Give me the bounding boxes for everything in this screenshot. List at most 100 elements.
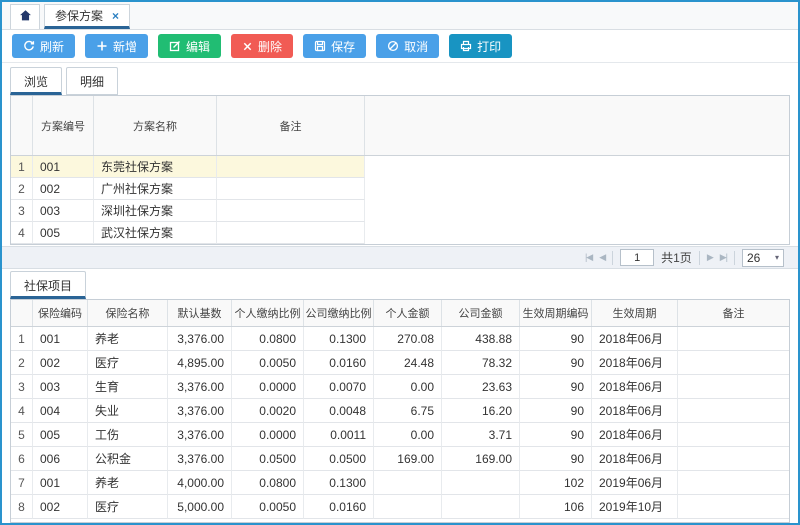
tab-insurance-plan[interactable]: 参保方案 × xyxy=(44,4,130,29)
cell-period: 2018年06月 xyxy=(592,399,678,423)
table-row[interactable]: 2 002 医疗 4,895.00 0.0050 0.0160 24.48 78… xyxy=(11,351,789,375)
last-page-button[interactable]: ▶| xyxy=(720,252,727,263)
filler xyxy=(365,178,789,200)
row-number: 7 xyxy=(11,471,33,495)
cell-personal-amount: 6.75 xyxy=(374,399,442,423)
cell-company-amount: 16.20 xyxy=(442,399,520,423)
prev-page-button[interactable]: ◀ xyxy=(599,252,605,263)
cell-period: 2018年06月 xyxy=(592,351,678,375)
cell-plan-remark xyxy=(217,222,365,244)
header-period-code: 生效周期编码 xyxy=(520,300,592,326)
header-default-base: 默认基数 xyxy=(168,300,232,326)
add-button[interactable]: 新增 xyxy=(85,34,148,58)
row-number: 2 xyxy=(11,178,33,200)
cell-plan-name: 武汉社保方案 xyxy=(94,222,217,244)
table-row[interactable]: 7 001 养老 4,000.00 0.0800 0.1300 102 2019… xyxy=(11,471,789,495)
edit-icon xyxy=(169,40,181,52)
cell-insurance-name: 公积金 xyxy=(88,447,168,471)
table-row[interactable]: 1 001 养老 3,376.00 0.0800 0.1300 270.08 4… xyxy=(11,327,789,351)
row-number: 5 xyxy=(11,423,33,447)
sub-tabbar: 社保项目 xyxy=(2,269,798,299)
cell-period: 2018年06月 xyxy=(592,327,678,351)
cell-insurance-code: 005 xyxy=(33,423,88,447)
cell-period: 2019年06月 xyxy=(592,471,678,495)
document-tabbar: 参保方案 × xyxy=(2,2,798,30)
table-row[interactable]: 4 005 武汉社保方案 xyxy=(11,222,789,244)
row-number: 8 xyxy=(11,495,33,519)
header-rownum xyxy=(11,300,33,326)
close-icon[interactable]: × xyxy=(112,9,119,23)
cell-period-code: 106 xyxy=(520,495,592,519)
page-number-input[interactable] xyxy=(620,249,654,266)
cancel-button[interactable]: 取消 xyxy=(376,34,439,58)
cell-insurance-code: 001 xyxy=(33,471,88,495)
cell-personal-amount: 24.48 xyxy=(374,351,442,375)
home-tab[interactable] xyxy=(10,4,40,29)
cell-insurance-code: 006 xyxy=(33,447,88,471)
table-row[interactable]: 3 003 生育 3,376.00 0.0000 0.0070 0.00 23.… xyxy=(11,375,789,399)
cell-default-base: 3,376.00 xyxy=(168,399,232,423)
header-insurance-code: 保险编码 xyxy=(33,300,88,326)
items-table-header: 保险编码 保险名称 默认基数 个人缴纳比例 公司缴纳比例 个人金额 公司金额 生… xyxy=(11,300,789,327)
cell-plan-remark xyxy=(217,156,365,178)
cell-remark xyxy=(678,351,789,375)
table-row[interactable]: 5 005 工伤 3,376.00 0.0000 0.0011 0.00 3.7… xyxy=(11,423,789,447)
table-row[interactable]: 4 004 失业 3,376.00 0.0020 0.0048 6.75 16.… xyxy=(11,399,789,423)
plan-table-body: 1 001 东莞社保方案 2 002 广州社保方案 3 003 深圳社保方案 xyxy=(11,156,789,244)
header-company-ratio: 公司缴纳比例 xyxy=(304,300,374,326)
cell-default-base: 3,376.00 xyxy=(168,375,232,399)
edit-button[interactable]: 编辑 xyxy=(158,34,221,58)
header-personal-amount: 个人金额 xyxy=(374,300,442,326)
cell-company-amount: 169.00 xyxy=(442,447,520,471)
cell-plan-remark xyxy=(217,178,365,200)
cell-insurance-code: 003 xyxy=(33,375,88,399)
first-page-button[interactable]: |◀ xyxy=(585,252,592,263)
cell-remark xyxy=(678,495,789,519)
tab-browse[interactable]: 浏览 xyxy=(10,67,62,95)
cell-plan-remark xyxy=(217,200,365,222)
table-row[interactable]: 3 003 深圳社保方案 xyxy=(11,200,789,222)
header-period: 生效周期 xyxy=(592,300,678,326)
cell-plan-code: 003 xyxy=(33,200,94,222)
cell-default-base: 3,376.00 xyxy=(168,447,232,471)
cell-period-code: 90 xyxy=(520,375,592,399)
save-button[interactable]: 保存 xyxy=(303,34,366,58)
cell-remark xyxy=(678,327,789,351)
plus-icon xyxy=(96,40,108,52)
table-row[interactable]: 8 002 医疗 5,000.00 0.0050 0.0160 106 2019… xyxy=(11,495,789,519)
header-plan-code: 方案编号 xyxy=(33,96,94,155)
items-table-body: 1 001 养老 3,376.00 0.0800 0.1300 270.08 4… xyxy=(11,327,789,519)
table-row[interactable]: 6 006 公积金 3,376.00 0.0500 0.0500 169.00 … xyxy=(11,447,789,471)
refresh-label: 刷新 xyxy=(40,38,64,55)
add-label: 新增 xyxy=(113,38,137,55)
tab-social-insurance-items[interactable]: 社保项目 xyxy=(10,271,86,299)
header-plan-name: 方案名称 xyxy=(94,96,217,155)
cell-personal-amount: 0.00 xyxy=(374,423,442,447)
tab-detail[interactable]: 明细 xyxy=(66,67,118,95)
delete-button[interactable]: 删除 xyxy=(231,34,293,58)
cell-insurance-name: 工伤 xyxy=(88,423,168,447)
cell-period-code: 90 xyxy=(520,447,592,471)
cell-personal-ratio: 0.0000 xyxy=(232,423,304,447)
table-row[interactable]: 2 002 广州社保方案 xyxy=(11,178,789,200)
cell-company-ratio: 0.0070 xyxy=(304,375,374,399)
cell-insurance-name: 失业 xyxy=(88,399,168,423)
row-number: 4 xyxy=(11,399,33,423)
page-size-select[interactable]: 26 ▾ xyxy=(742,249,784,267)
cell-remark xyxy=(678,471,789,495)
print-button[interactable]: 打印 xyxy=(449,34,512,58)
cell-plan-name: 广州社保方案 xyxy=(94,178,217,200)
next-page-button[interactable]: ▶ xyxy=(707,252,713,263)
header-remark: 备注 xyxy=(678,300,789,326)
edit-label: 编辑 xyxy=(186,38,210,55)
table-row[interactable]: 1 001 东莞社保方案 xyxy=(11,156,789,178)
refresh-button[interactable]: 刷新 xyxy=(12,34,75,58)
row-number: 3 xyxy=(11,375,33,399)
chevron-down-icon: ▾ xyxy=(775,253,779,262)
cell-personal-amount: 0.00 xyxy=(374,375,442,399)
pagination-bar: |◀ ◀ 共1页 ▶ ▶| 26 ▾ xyxy=(2,246,798,269)
row-number: 1 xyxy=(11,327,33,351)
save-label: 保存 xyxy=(331,38,355,55)
row-number: 4 xyxy=(11,222,33,244)
cell-personal-amount: 270.08 xyxy=(374,327,442,351)
